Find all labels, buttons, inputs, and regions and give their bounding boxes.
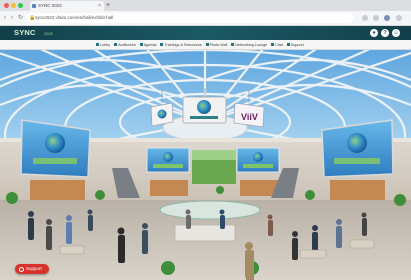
nav-item-trainings[interactable]: Trainings & Resources <box>160 42 202 47</box>
address-bar[interactable]: 🔒 sync2022.vfairs.com/en/hall/exhibit-ha… <box>26 13 354 23</box>
booth-inner-right[interactable] <box>240 180 278 196</box>
forward-icon[interactable]: › <box>11 13 13 23</box>
chat-icon <box>271 43 275 46</box>
booth-inner-left[interactable] <box>150 180 188 196</box>
reload-icon[interactable]: ↻ <box>18 13 23 23</box>
profile-icon[interactable] <box>384 15 390 21</box>
central-reception-desk[interactable] <box>174 224 236 242</box>
right-wall-screen[interactable] <box>321 119 394 178</box>
virtual-hall-scene: ViiV <box>0 50 411 280</box>
right-hanging-screen[interactable]: ViiV <box>233 102 265 128</box>
inner-left-screen[interactable] <box>146 147 190 173</box>
nav-label: Agenda <box>143 42 157 47</box>
back-icon[interactable]: ‹ <box>4 13 6 23</box>
site-logo[interactable]: SYNC <box>14 28 36 37</box>
support-icon <box>286 43 290 46</box>
lock-icon: 🔒 <box>29 15 36 21</box>
support-chat-button[interactable]: Support <box>15 264 49 274</box>
lobby-icon <box>96 43 99 46</box>
browser-menu-icon[interactable] <box>396 15 402 21</box>
favicon-icon <box>32 4 36 8</box>
support-chat-label: Support <box>26 266 42 271</box>
viiv-banner-text: ViiV <box>241 112 258 122</box>
nav-item-chat[interactable]: Chat <box>271 43 283 47</box>
inner-right-screen[interactable] <box>236 147 280 173</box>
nav-item-lobby[interactable]: Lobby <box>96 43 110 47</box>
auditorium-icon <box>114 43 118 46</box>
user-avatar-icon[interactable]: ☺ <box>392 29 400 37</box>
site-nav: Lobby Auditorium Agenda Trainings & Reso… <box>0 40 411 50</box>
notification-icon[interactable]: ● <box>370 29 378 37</box>
new-tab-icon[interactable]: + <box>106 0 110 11</box>
center-hanging-screen[interactable] <box>182 96 227 124</box>
site-logo-year: 2022 <box>44 31 53 36</box>
url-text: sync2022.vfairs.com/en/hall/exhibit-hall <box>35 15 114 20</box>
nav-label: Trainings & Resources <box>164 42 202 47</box>
close-window-icon[interactable] <box>4 3 9 8</box>
nav-item-networking[interactable]: Networking Lounge <box>231 43 267 47</box>
chat-bubble-icon <box>19 266 24 272</box>
left-hanging-screen[interactable] <box>150 102 174 127</box>
nav-label: Networking Lounge <box>235 42 268 47</box>
extensions-icon[interactable] <box>373 15 379 21</box>
nav-label: Lobby <box>100 42 111 47</box>
browser-tab[interactable]: SYNC 2022 × <box>30 1 104 11</box>
nav-label: Chat <box>275 42 283 47</box>
nav-item-agenda[interactable]: Agenda <box>139 42 157 47</box>
nav-label: Photo Wall <box>209 42 228 47</box>
help-icon[interactable]: ? <box>381 29 389 37</box>
agenda-icon <box>139 43 143 46</box>
garden-sky <box>192 150 236 160</box>
nav-item-auditorium[interactable]: Auditorium <box>114 43 136 47</box>
nav-item-support[interactable]: Support <box>286 42 304 47</box>
minimize-window-icon[interactable] <box>11 3 16 8</box>
nav-item-photo-wall[interactable]: Photo Wall <box>205 42 228 47</box>
trainings-icon <box>160 43 164 46</box>
booth-right[interactable] <box>330 180 385 200</box>
tab-title: SYNC 2022 <box>38 3 62 8</box>
center-fountain <box>159 200 261 220</box>
left-wall-screen[interactable] <box>20 119 91 178</box>
photo-wall-icon <box>205 43 209 46</box>
nav-label: Auditorium <box>118 42 136 47</box>
networking-icon <box>231 43 235 46</box>
bookmark-icon[interactable] <box>362 15 368 21</box>
nav-label: Support <box>290 42 304 47</box>
tab-close-icon[interactable]: × <box>98 1 101 11</box>
browser-toolbar: ‹ › ↻ 🔒 sync2022.vfairs.com/en/hall/exhi… <box>0 11 411 26</box>
booth-left[interactable] <box>30 180 85 200</box>
maximize-window-icon[interactable] <box>18 3 23 8</box>
site-header: SYNC 2022 ● ? ☺ <box>0 26 411 40</box>
browser-tab-bar: SYNC 2022 × + <box>0 0 411 11</box>
